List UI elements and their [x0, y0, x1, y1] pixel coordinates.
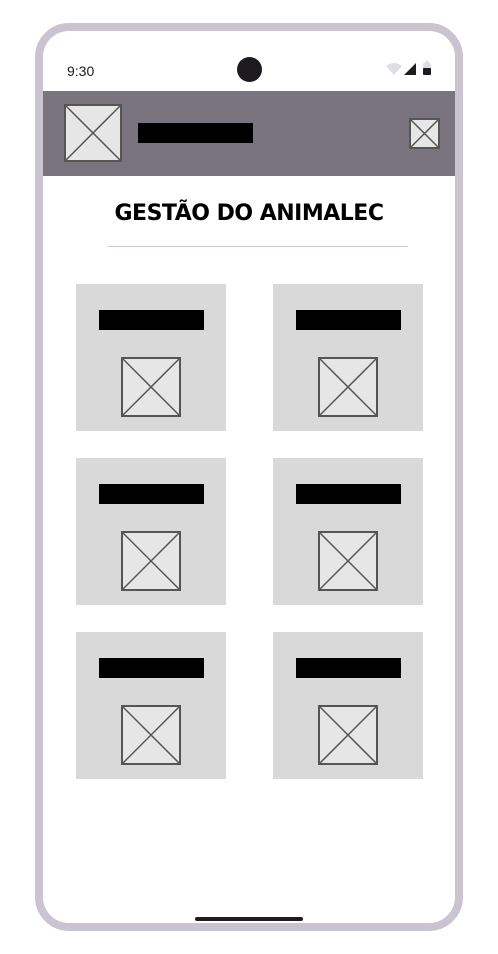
- image-placeholder-icon: [318, 705, 378, 765]
- card-label-placeholder: [99, 658, 204, 678]
- home-indicator[interactable]: [195, 917, 303, 921]
- wifi-icon: [386, 63, 402, 75]
- card-label-placeholder: [296, 484, 401, 504]
- battery-icon: [423, 61, 431, 75]
- app-title-placeholder: [138, 123, 253, 143]
- title-divider: [108, 246, 408, 247]
- phone-frame: 9:30 GESTÃO DO ANIMALEC: [35, 23, 463, 931]
- app-bar: [43, 91, 455, 176]
- card-label-placeholder: [296, 310, 401, 330]
- menu-card-4[interactable]: [273, 458, 423, 605]
- menu-card-3[interactable]: [76, 458, 226, 605]
- menu-card-5[interactable]: [76, 632, 226, 779]
- card-label-placeholder: [99, 484, 204, 504]
- image-placeholder-icon: [318, 357, 378, 417]
- card-label-placeholder: [296, 658, 401, 678]
- status-time: 9:30: [67, 63, 95, 79]
- menu-card-2[interactable]: [273, 284, 423, 431]
- image-placeholder-icon: [121, 531, 181, 591]
- image-placeholder-icon: [121, 705, 181, 765]
- menu-card-1[interactable]: [76, 284, 226, 431]
- menu-image-placeholder-icon[interactable]: [409, 118, 440, 149]
- logo-image-placeholder-icon: [64, 104, 122, 162]
- signal-icon: [404, 63, 416, 75]
- menu-card-6[interactable]: [273, 632, 423, 779]
- image-placeholder-icon: [121, 357, 181, 417]
- image-placeholder-icon: [318, 531, 378, 591]
- page-title: GESTÃO DO ANIMALEC: [114, 201, 384, 226]
- status-bar: 9:30: [43, 31, 455, 91]
- status-icons: [386, 61, 436, 79]
- camera-cutout: [237, 57, 262, 82]
- card-label-placeholder: [99, 310, 204, 330]
